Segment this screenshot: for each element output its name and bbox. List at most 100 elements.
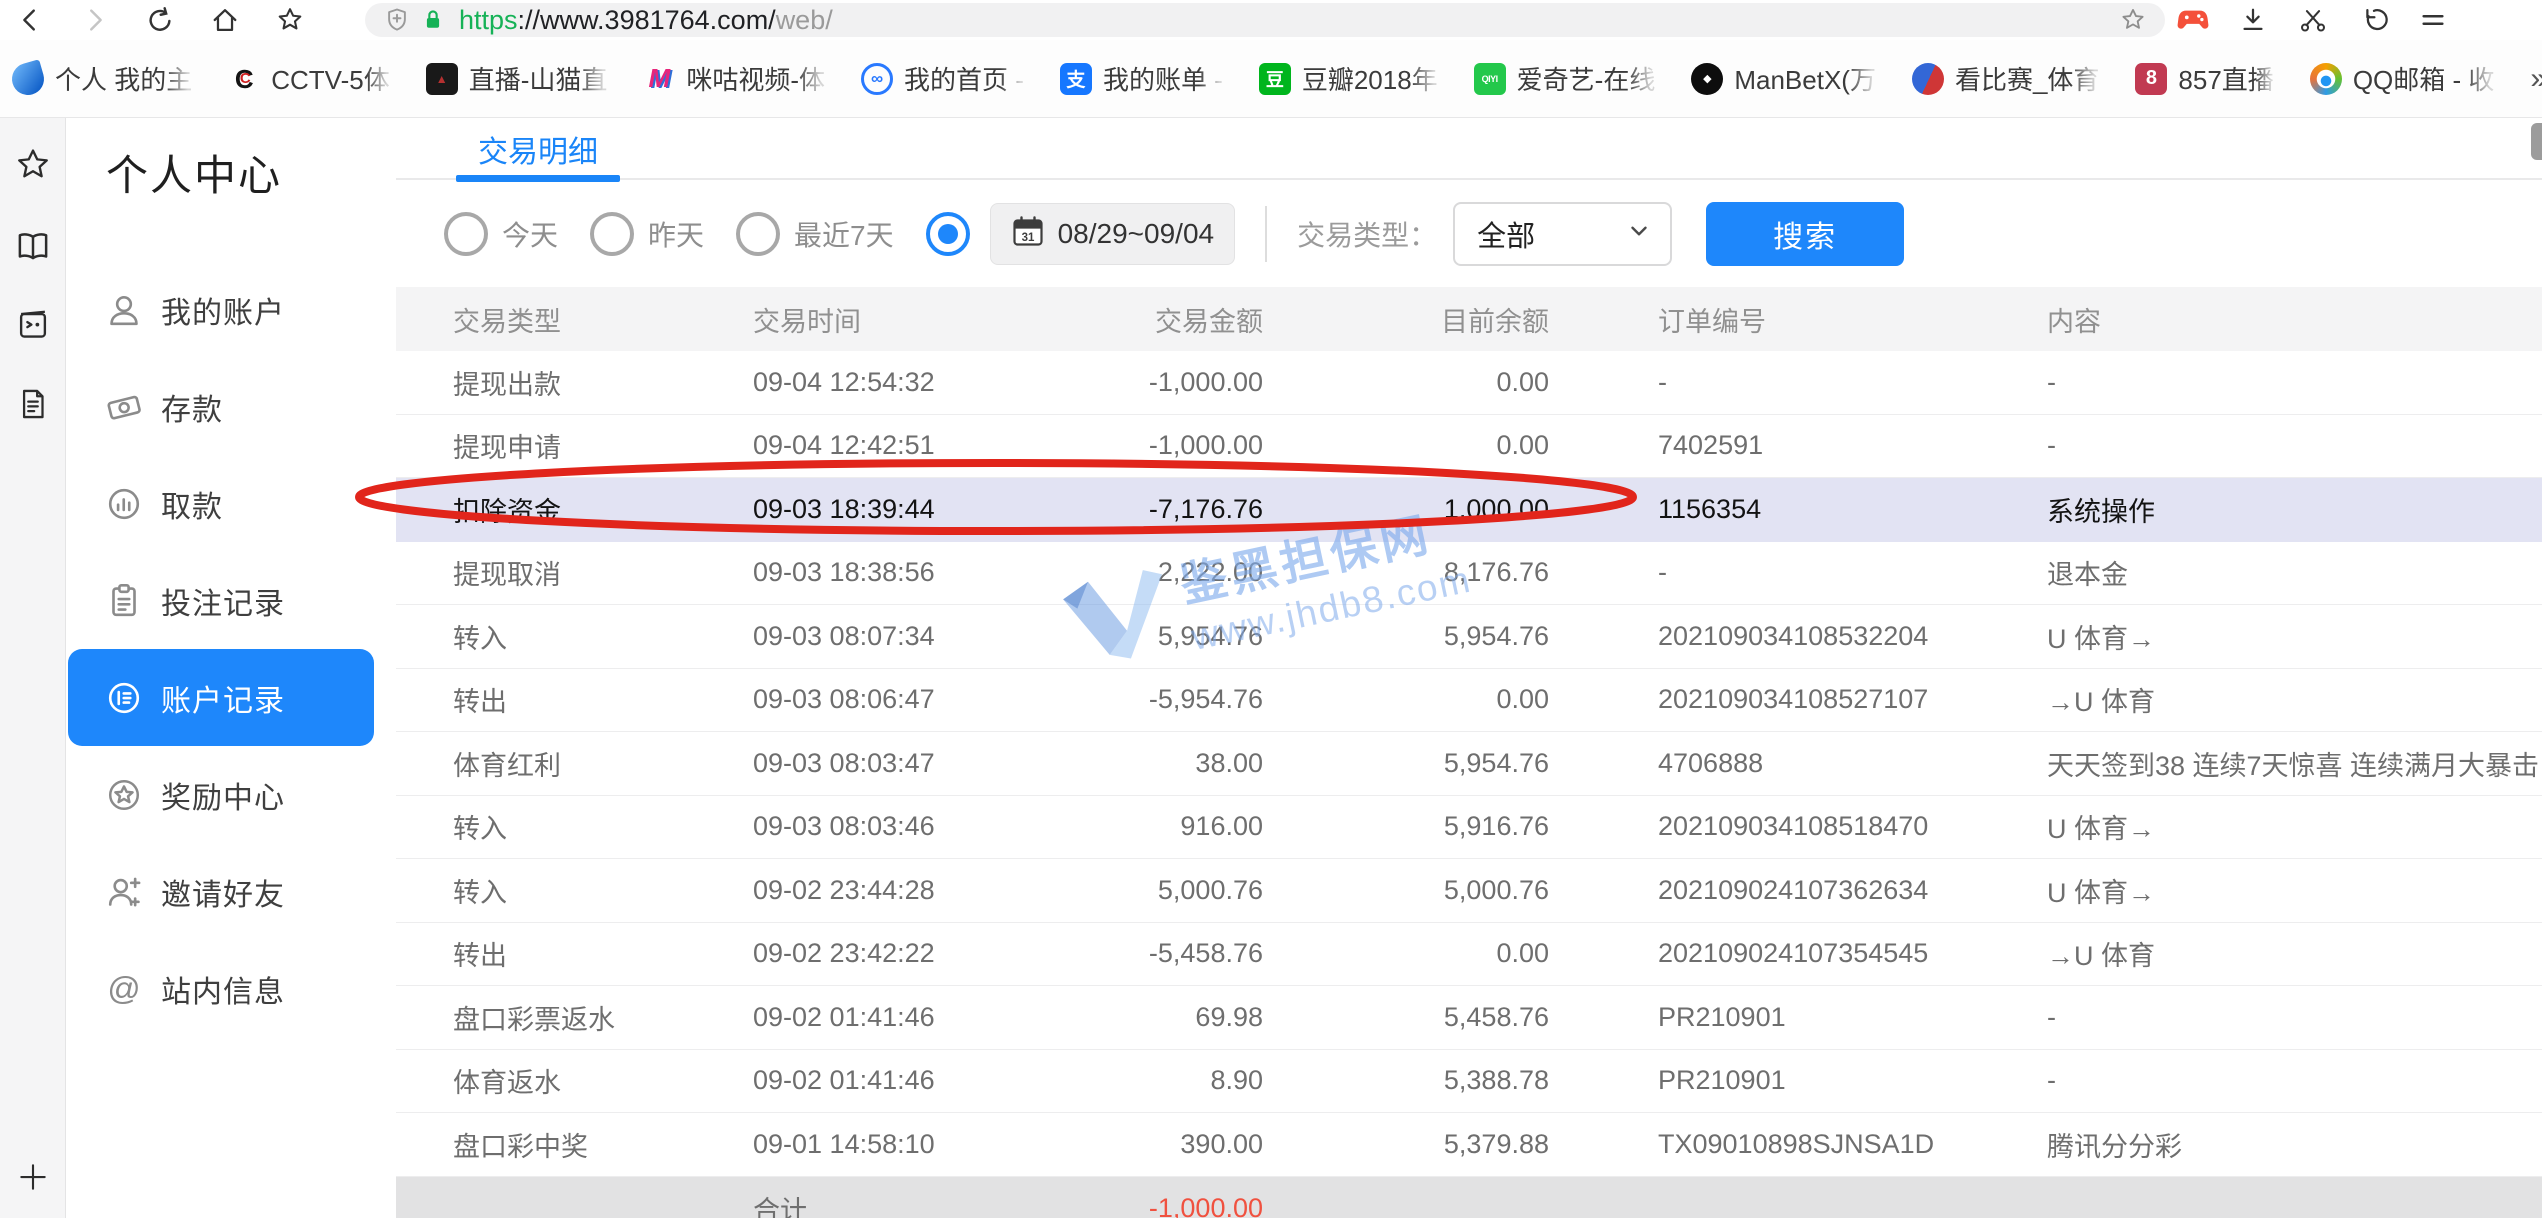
radio-custom-range[interactable] (926, 212, 970, 256)
table-row: 转出 09-03 08:06:47 -5,954.76 0.00 2021090… (396, 669, 2542, 733)
cell-balance: 5,388.78 (1263, 1065, 1549, 1096)
cell-order: - (1549, 367, 2047, 398)
cell-content: - (2047, 1065, 2542, 1096)
bookmark-item[interactable]: ∞我的首页 - (861, 60, 1024, 97)
cell-content: 天天签到38 连续7天惊喜 连续满月大暴击 (2047, 744, 2542, 783)
cell-time: 09-03 08:03:47 (753, 748, 1013, 779)
bookmark-label: 直播-山猫直 (469, 60, 608, 97)
cell-amount: 38.00 (1013, 748, 1263, 779)
cell-order: 202109024107354545 (1549, 938, 2047, 969)
radio-yesterday[interactable]: 昨天 (590, 212, 704, 256)
table-footer: 合计 -1,000.00 (396, 1177, 2542, 1218)
menu-icon[interactable] (2417, 4, 2449, 36)
home-icon[interactable] (209, 4, 241, 36)
bookmark-favicon (8, 59, 48, 99)
cell-amount: 916.00 (1013, 811, 1263, 842)
sidebar-item-deposit[interactable]: 存款 (66, 358, 396, 455)
transaction-type-label: 交易类型： (1297, 214, 1437, 254)
sidebar-item-bet-records[interactable]: 投注记录 (66, 552, 396, 649)
sidebar-item-my-account[interactable]: 我的账户 (66, 261, 396, 358)
scissors-icon[interactable] (2297, 4, 2329, 36)
radio-circle[interactable] (736, 212, 780, 256)
bookmark-item[interactable]: 支我的账单 - (1060, 60, 1223, 97)
cell-balance: 0.00 (1263, 430, 1549, 461)
radio-label: 昨天 (648, 214, 704, 254)
table-header: 交易类型 交易时间 交易金额 目前余额 订单编号 内容 (396, 287, 2542, 351)
bookmark-item[interactable]: 个人 我的主 (12, 60, 192, 97)
bookmark-page-star-icon[interactable] (2117, 4, 2149, 36)
add-icon[interactable] (16, 1160, 50, 1194)
url-text: https://www.3981764.com/web/ (459, 5, 833, 36)
cell-balance: 0.00 (1263, 367, 1549, 398)
bookmark-item[interactable]: QIYI爱奇艺-在线 (1474, 60, 1656, 97)
cell-balance: 5,379.88 (1263, 1129, 1549, 1160)
sidebar-item-invite-friends[interactable]: 邀请好友 (66, 843, 396, 940)
bookmark-item[interactable]: 看比赛_体育 (1912, 60, 2099, 97)
withdraw-icon (103, 483, 145, 525)
cell-type: 转入 (453, 807, 753, 846)
cell-amount: 390.00 (1013, 1129, 1263, 1160)
total-label: 合计 (753, 1189, 1013, 1218)
bookmark-item[interactable]: ◆ManBetX(万 (1691, 60, 1876, 97)
bookmark-item[interactable]: 豆豆瓣2018年 (1259, 60, 1438, 97)
radio-last-7-days[interactable]: 最近7天 (736, 212, 894, 256)
sidebar-item-rewards[interactable]: 奖励中心 (66, 746, 396, 843)
cell-time: 09-02 23:42:22 (753, 938, 1013, 969)
radio-circle-selected[interactable] (926, 212, 970, 256)
sidebar-item-withdraw[interactable]: 取款 (66, 455, 396, 552)
cell-balance: 5,954.76 (1263, 748, 1549, 779)
bookmark-favicon: M (643, 63, 675, 95)
search-button[interactable]: 搜索 (1706, 202, 1904, 266)
browser-side-strip (0, 118, 66, 1218)
radio-label: 今天 (502, 214, 558, 254)
reload-icon[interactable] (144, 4, 176, 36)
scrollbar-thumb[interactable] (2531, 123, 2542, 160)
cell-order: 202109034108532204 (1549, 621, 2047, 652)
favorites-star-icon[interactable] (274, 4, 306, 36)
favorites-panel-icon[interactable] (13, 145, 53, 185)
back-icon[interactable] (14, 4, 46, 36)
table-row: 扣除资金 09-03 18:39:44 -7,176.76 1,000.00 1… (396, 478, 2542, 542)
cell-type: 转入 (453, 617, 753, 656)
bookmark-item[interactable]: CCCTV-5体 (228, 60, 389, 97)
cell-type: 体育返水 (453, 1061, 753, 1100)
snapshot-tool-icon[interactable] (13, 304, 53, 344)
bookmark-item[interactable]: ▲直播-山猫直 (426, 60, 608, 97)
date-range-value: 08/29~09/04 (1058, 218, 1215, 250)
forward-icon[interactable] (79, 4, 111, 36)
bookmark-item[interactable]: 8857直播 (2135, 60, 2273, 97)
game-center-icon[interactable] (2177, 4, 2209, 36)
date-range-picker[interactable]: 31 08/29~09/04 (990, 203, 1236, 265)
bookmark-label: CCTV-5体 (271, 60, 389, 97)
download-icon[interactable] (2237, 4, 2269, 36)
bookmark-label: 豆瓣2018年 (1302, 60, 1438, 97)
bookmark-item[interactable]: QQ邮箱 - 收 (2310, 60, 2495, 97)
bookmark-item[interactable]: M咪咕视频-体 (643, 60, 825, 97)
radio-today[interactable]: 今天 (444, 212, 558, 256)
notes-icon[interactable] (14, 385, 52, 423)
sidebar-item-label: 账户记录 (161, 676, 285, 720)
bookmark-label: ManBetX(万 (1734, 60, 1876, 97)
address-bar[interactable]: https://www.3981764.com/web/ (365, 3, 2165, 37)
radio-circle[interactable] (444, 212, 488, 256)
cell-time: 09-02 01:41:46 (753, 1065, 1013, 1096)
bookmark-favicon: 豆 (1259, 63, 1291, 95)
cell-content: U 体育→ (2047, 617, 2542, 656)
undo-icon[interactable] (2357, 4, 2389, 36)
cell-type: 体育红利 (453, 744, 753, 783)
transaction-type-select[interactable]: 全部 (1453, 202, 1672, 266)
sidebar-item-site-messages[interactable]: @ 站内信息 (66, 940, 396, 1037)
cell-type: 盘口彩中奖 (453, 1125, 753, 1164)
clipboard-icon (103, 580, 145, 622)
tab-transaction-details[interactable]: 交易明细 (456, 118, 620, 180)
cell-time: 09-04 12:54:32 (753, 367, 1013, 398)
sidebar-item-account-records[interactable]: 账户记录 (68, 649, 374, 746)
bookmarks-overflow-chevron[interactable]: » (2530, 62, 2542, 96)
shield-plus-icon[interactable] (381, 4, 413, 36)
cell-content: 退本金 (2047, 553, 2542, 592)
table-row: 体育返水 09-02 01:41:46 8.90 5,388.78 PR2109… (396, 1050, 2542, 1114)
cell-order: 202109024107362634 (1549, 875, 2047, 906)
cell-content: 系统操作 (2047, 490, 2542, 529)
reading-list-icon[interactable] (12, 225, 54, 267)
radio-circle[interactable] (590, 212, 634, 256)
